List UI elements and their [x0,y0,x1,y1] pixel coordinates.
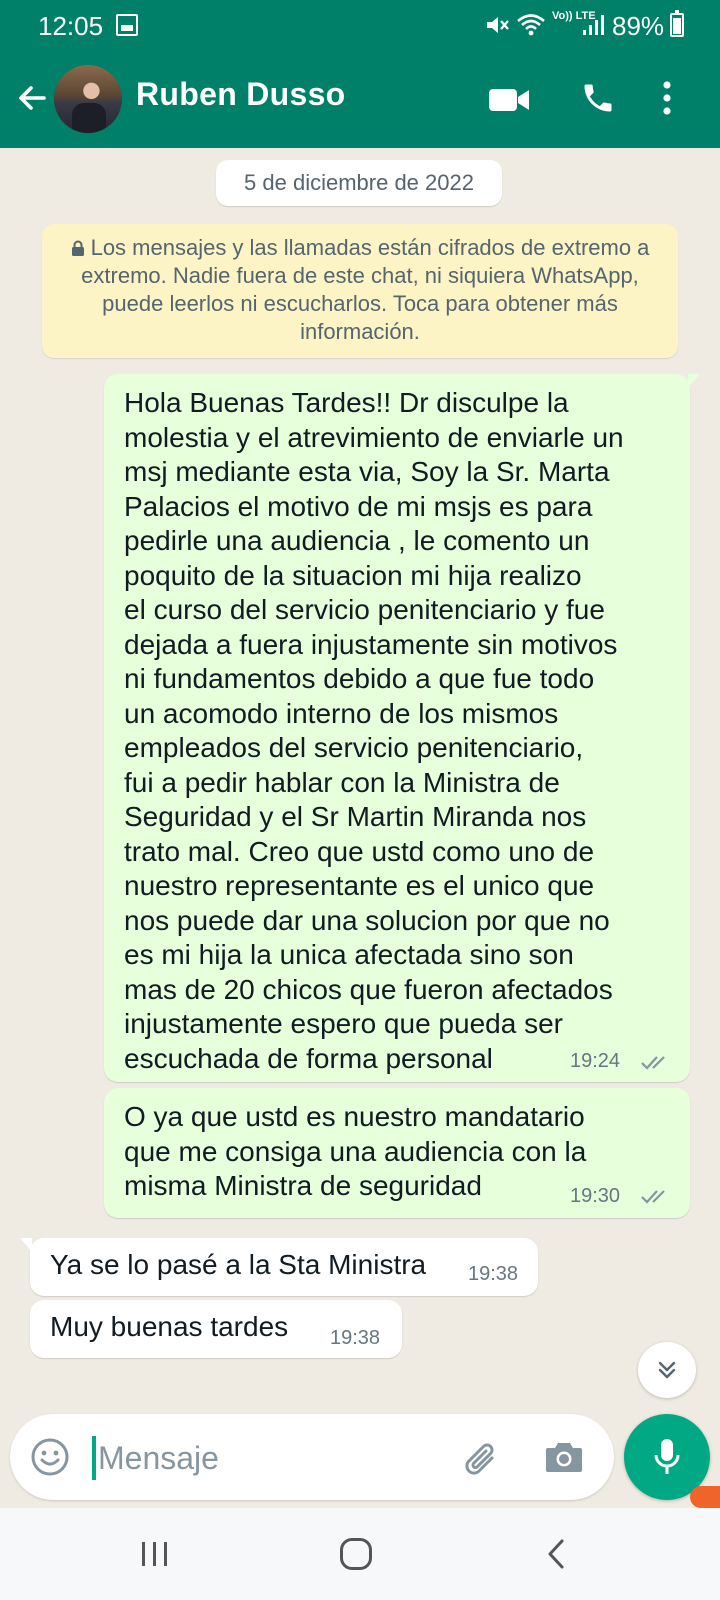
message-time: 19:24 [570,1050,621,1072]
paperclip-icon[interactable] [462,1436,502,1478]
message-time: 19:38 [330,1327,381,1349]
message-bubble-outgoing[interactable]: O ya que ustd es nuestro mandatario que … [104,1088,690,1218]
battery-percent: 89% [612,11,665,41]
system-navigation-bar [0,1508,720,1600]
double-check-icon [641,1056,665,1070]
wifi-icon [517,14,545,36]
signal-icon [583,15,604,35]
back-nav-icon[interactable] [544,1538,568,1570]
floating-notification-badge[interactable] [690,1486,720,1508]
mute-icon [487,17,509,33]
double-check-icon [641,1190,665,1204]
video-camera-icon[interactable] [488,86,530,114]
battery-icon [670,10,684,37]
emoji-icon[interactable] [30,1437,70,1477]
lock-icon [71,240,84,256]
contact-avatar[interactable] [54,65,122,133]
phone-icon[interactable] [580,80,616,116]
recent-apps-icon[interactable] [140,1540,170,1568]
message-input[interactable] [98,1436,438,1480]
message-composer [10,1414,614,1500]
message-time: 19:30 [570,1185,621,1207]
date-chip: 5 de diciembre de 2022 [216,160,502,206]
chat-header: Ruben Dusso [0,52,720,148]
message-bubble-incoming[interactable]: Ya se lo pasé a la Sta Ministra 19:38 [20,1238,538,1296]
message-bubble-incoming[interactable]: Muy buenas tardes 19:38 [30,1300,402,1358]
arrow-left-icon[interactable] [14,80,50,116]
message-text: Ya se lo pasé a la Sta Ministra [50,1249,427,1280]
contact-name[interactable]: Ruben Dusso [136,76,346,113]
status-time: 12:05 [38,11,104,41]
message-text: Hola Buenas Tardes!! Dr disculpe la mole… [124,387,624,1074]
chat-area[interactable]: 5 de diciembre de 2022 Los mensajes y la… [0,148,720,1508]
more-vert-icon[interactable] [662,80,672,116]
scroll-to-bottom-button[interactable] [638,1342,696,1398]
camera-icon[interactable] [544,1439,584,1475]
message-time: 19:38 [468,1263,519,1285]
microphone-icon [654,1439,680,1474]
message-text: Muy buenas tardes [50,1311,289,1342]
home-icon[interactable] [340,1538,372,1570]
encryption-notice[interactable]: Los mensajes y las llamadas están cifrad… [42,224,678,358]
encryption-notice-text: Los mensajes y las llamadas están cifrad… [81,235,650,344]
status-bar: 12:05 Vo)) LTE 89% [0,0,720,52]
message-bubble-outgoing[interactable]: Hola Buenas Tardes!! Dr disculpe la mole… [104,374,700,1082]
text-cursor [92,1436,96,1480]
chevron-double-down-icon [658,1361,676,1379]
gallery-notification-icon [116,14,138,36]
